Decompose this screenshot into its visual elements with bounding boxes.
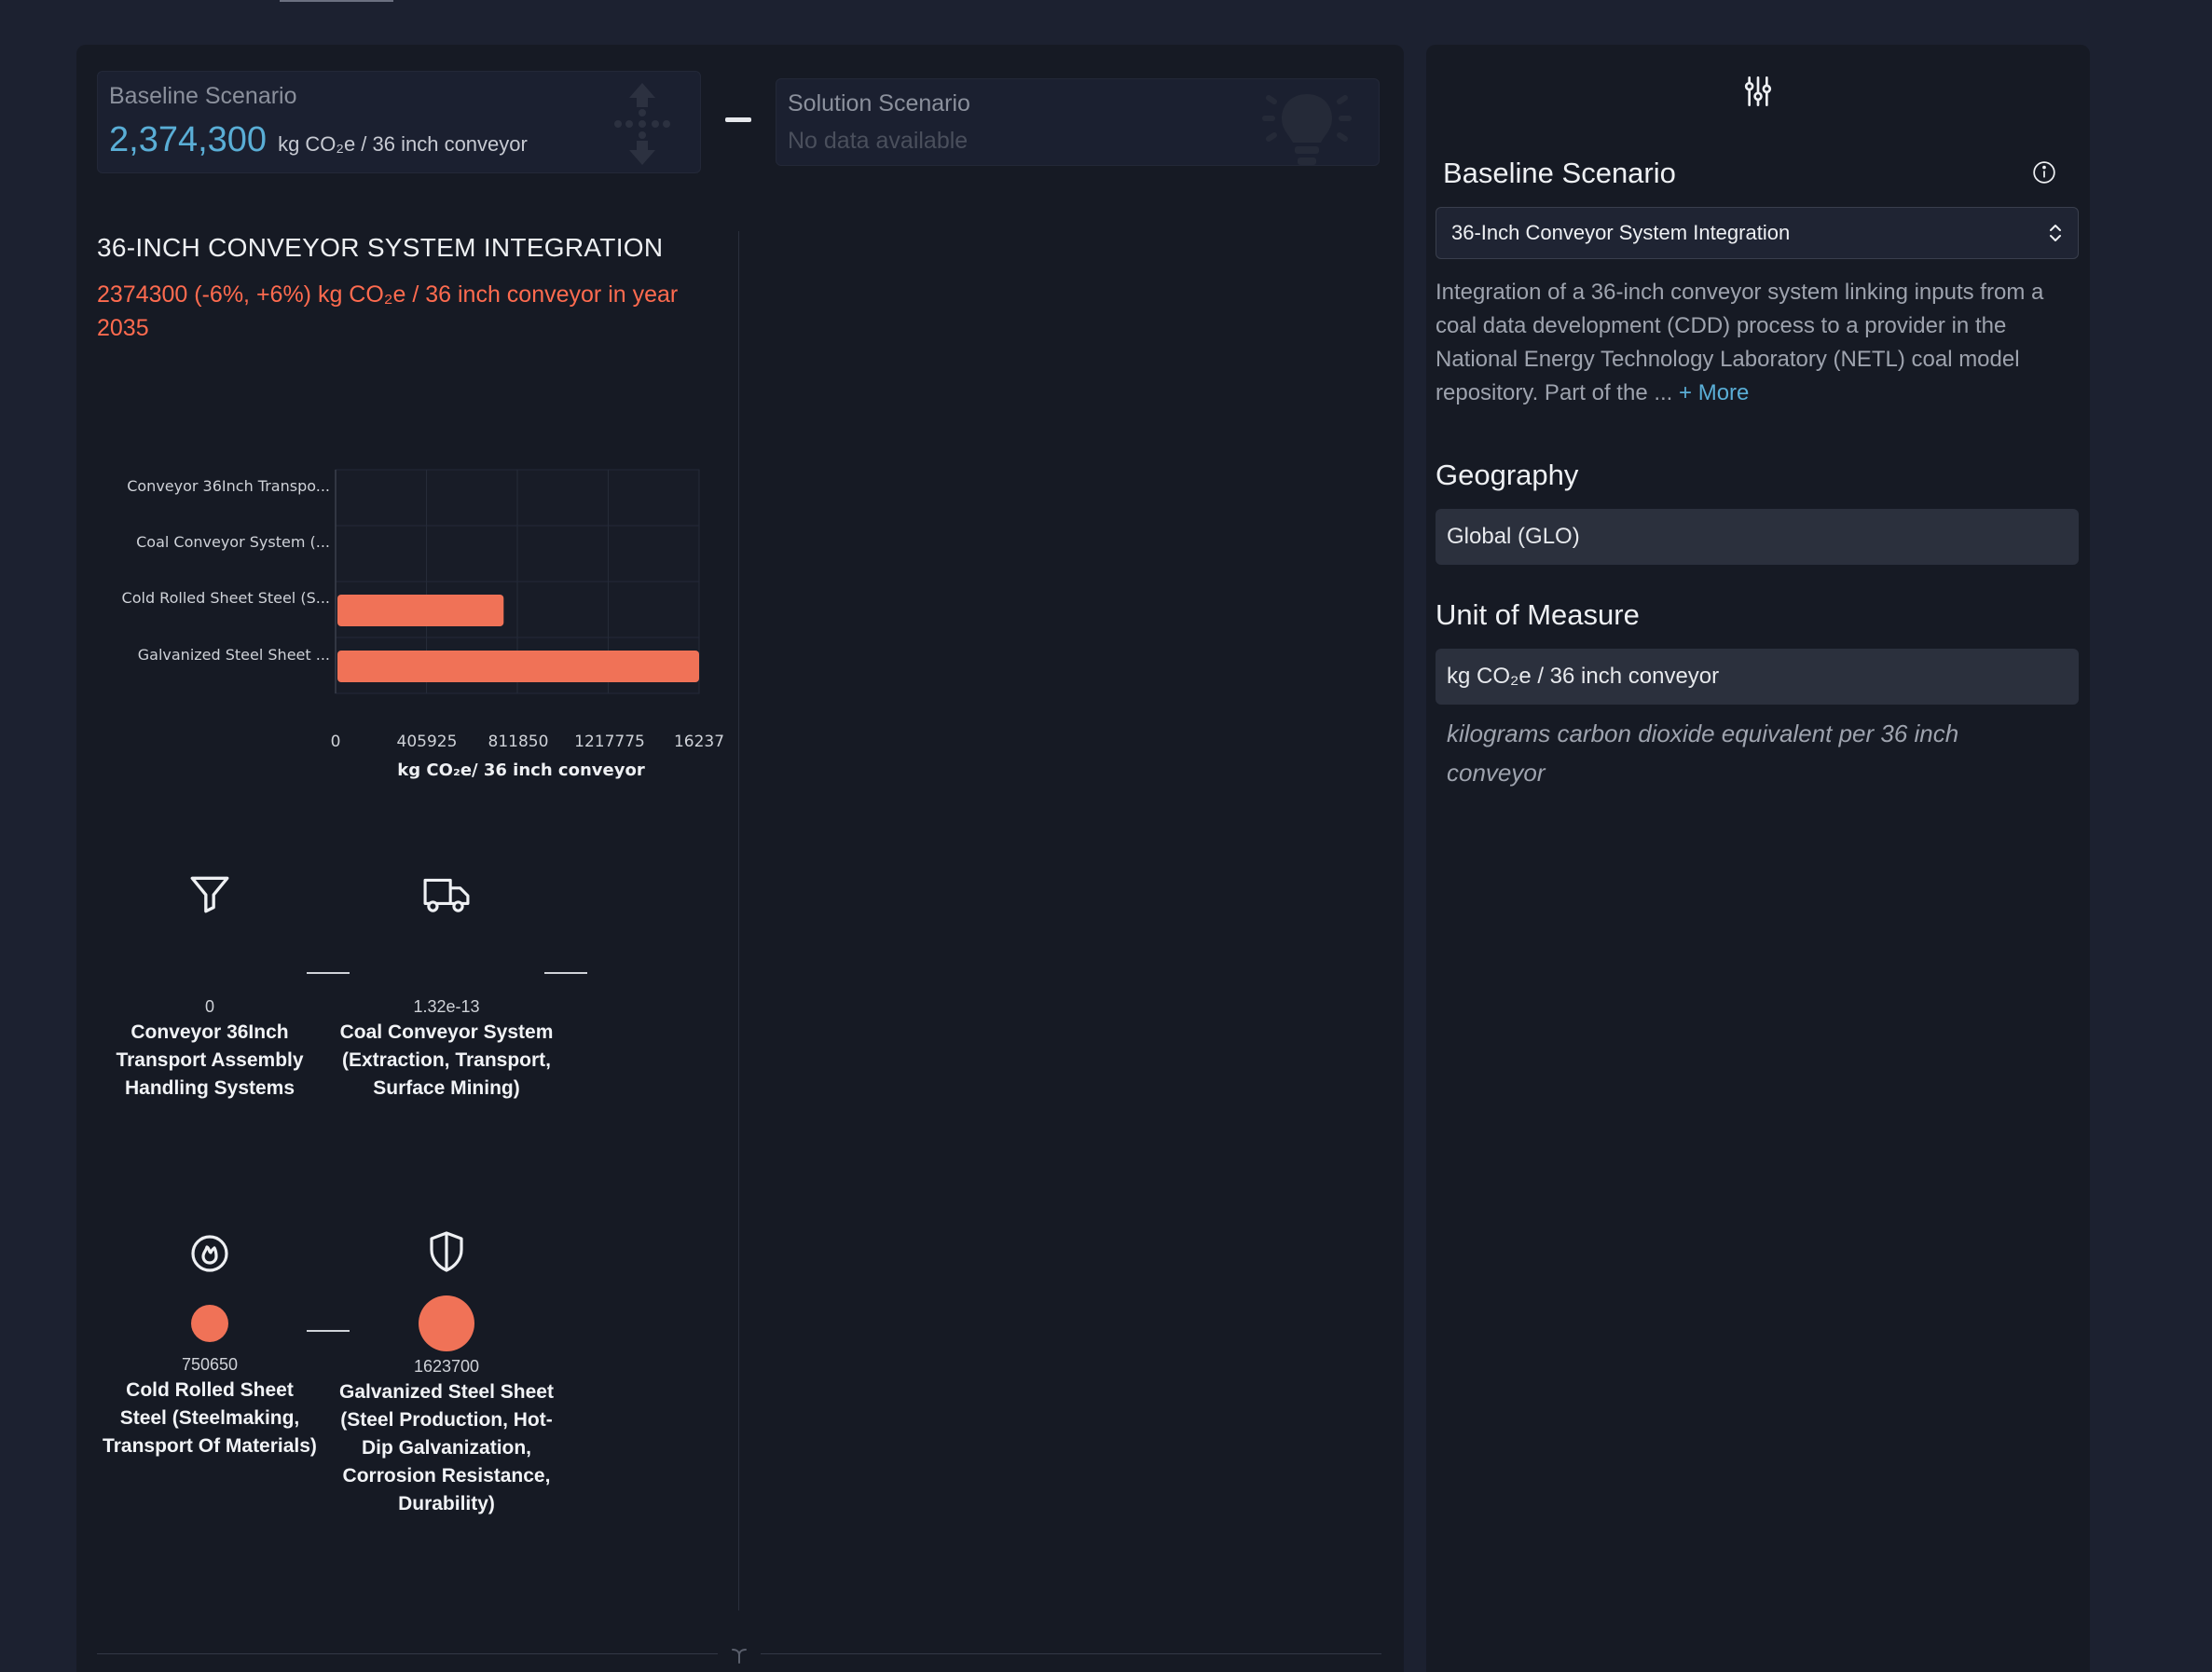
node-label: Conveyor 36Inch Transport Assembly Handl… xyxy=(116,1021,304,1099)
breakdown-bar-chart: Conveyor 36Inch Transpo... Coal Conveyor… xyxy=(97,455,749,790)
chart-x-tick: 1217775 xyxy=(574,733,645,751)
node-label: Cold Rolled Sheet Steel (Steelmaking, Tr… xyxy=(103,1379,317,1457)
baseline-card-title: Baseline Scenario xyxy=(109,83,297,109)
panel-divider xyxy=(738,231,739,1610)
scenario-select-value: 36-Inch Conveyor System Integration xyxy=(1451,221,1791,244)
geography-field: Global (GLO) xyxy=(1436,509,2079,565)
impact-dot xyxy=(419,1295,474,1351)
lightbulb-icon xyxy=(1262,94,1352,165)
node-cold-rolled-steel[interactable]: 750650 Cold Rolled Sheet Steel (Steelmak… xyxy=(103,1228,317,1460)
chart-bar xyxy=(337,651,699,682)
unit-field: kg CO₂e / 36 inch conveyor xyxy=(1436,649,2079,705)
unit-heading: Unit of Measure xyxy=(1436,598,1640,631)
top-tab-underline xyxy=(280,0,393,2)
scenario-select[interactable]: 36-Inch Conveyor System Integration xyxy=(1436,207,2079,259)
chart-bar xyxy=(337,595,504,626)
settings-side-panel: Baseline Scenario 36-Inch Conveyor Syste… xyxy=(1426,45,2090,1672)
section-subtitle: 2374300 (-6%, +6%) kg CO₂e / 36 inch con… xyxy=(97,281,679,341)
main-panel: Baseline Scenario 2,374,300 kg CO₂e / 36… xyxy=(76,45,1404,1672)
baseline-unit: kg CO₂e / 36 inch conveyor xyxy=(278,132,528,156)
geography-heading: Geography xyxy=(1436,459,1579,491)
sliders-icon[interactable] xyxy=(1743,75,1773,108)
node-conveyor-transport[interactable]: 0 Conveyor 36Inch Transport Assembly Han… xyxy=(103,870,317,1103)
chart-x-tick: 16237 xyxy=(673,733,725,751)
bottom-rule-left xyxy=(97,1653,718,1654)
chart-category-label: Cold Rolled Sheet Steel (S... xyxy=(121,589,330,607)
solution-no-data: No data available xyxy=(788,128,969,154)
impact-dot xyxy=(191,1305,228,1342)
node-value: 0 xyxy=(204,997,214,1016)
unit-description: kilograms carbon dioxide equivalent per … xyxy=(1447,720,1959,787)
node-value: 1623700 xyxy=(413,1357,480,1376)
solution-card-title: Solution Scenario xyxy=(788,90,970,116)
resize-handle-icon[interactable] xyxy=(729,1646,749,1665)
chart-x-tick: 405925 xyxy=(396,733,458,751)
solution-scenario-card[interactable]: Solution Scenario No data available xyxy=(776,78,1380,166)
shield-icon xyxy=(430,1231,463,1272)
section-title: 36-INCH CONVEYOR SYSTEM INTEGRATION xyxy=(97,233,664,262)
flame-icon xyxy=(191,1235,228,1272)
chart-x-tick: 811850 xyxy=(488,733,549,751)
move-arrows-icon xyxy=(614,83,670,165)
baseline-total-value: 2,374,300 xyxy=(109,120,268,159)
scenario-description: Integration of a 36-inch conveyor system… xyxy=(1436,276,2079,410)
more-link[interactable]: + More xyxy=(1679,380,1749,405)
node-value: 750650 xyxy=(181,1355,239,1374)
node-value: 1.32e-13 xyxy=(413,997,480,1016)
chart-category-label: Galvanized Steel Sheet ... xyxy=(137,646,330,664)
chart-x-tick: 0 xyxy=(330,733,341,751)
minus-operator-icon xyxy=(725,117,751,122)
node-connector xyxy=(544,972,587,974)
info-icon[interactable] xyxy=(2032,160,2056,185)
node-label: Coal Conveyor System (Extraction, Transp… xyxy=(339,1021,554,1099)
chart-category-label: Coal Conveyor System (... xyxy=(136,533,330,551)
truck-icon xyxy=(423,878,470,912)
node-galvanized-steel[interactable]: 1623700 Galvanized Steel Sheet (Steel Pr… xyxy=(339,1228,554,1518)
chart-x-axis-title: kg CO₂e/ 36 inch conveyor xyxy=(397,761,645,780)
baseline-scenario-card[interactable]: Baseline Scenario 2,374,300 kg CO₂e / 36… xyxy=(97,71,701,173)
node-coal-conveyor-system[interactable]: 1.32e-13 Coal Conveyor System (Extractio… xyxy=(339,870,554,1103)
node-label: Galvanized Steel Sheet (Steel Production… xyxy=(339,1381,554,1514)
baseline-heading: Baseline Scenario xyxy=(1443,157,1676,189)
chart-category-label: Conveyor 36Inch Transpo... xyxy=(127,477,330,495)
bottom-rule-right xyxy=(761,1653,1381,1654)
chevron-updown-icon xyxy=(2050,225,2061,241)
funnel-icon xyxy=(190,876,229,913)
